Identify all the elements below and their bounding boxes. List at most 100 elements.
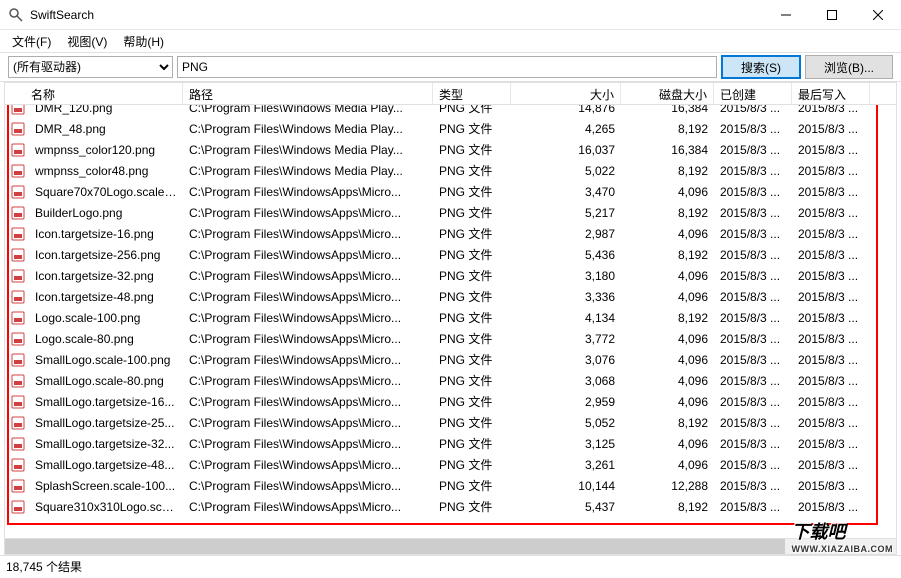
cell-size: 16,037 bbox=[511, 143, 621, 157]
table-row[interactable]: Square310x310Logo.scal...C:\Program File… bbox=[5, 496, 896, 517]
minimize-button[interactable] bbox=[763, 0, 809, 30]
table-row[interactable]: SmallLogo.scale-100.pngC:\Program Files\… bbox=[5, 349, 896, 370]
cell-size: 3,068 bbox=[511, 374, 621, 388]
col-name[interactable]: 名称 bbox=[5, 83, 183, 104]
table-row[interactable]: Icon.targetsize-32.pngC:\Program Files\W… bbox=[5, 265, 896, 286]
cell-created: 2015/8/3 ... bbox=[714, 332, 792, 346]
col-created[interactable]: 已创建 bbox=[714, 83, 792, 104]
cell-path: C:\Program Files\Windows Media Play... bbox=[183, 105, 433, 115]
table-row[interactable]: BuilderLogo.pngC:\Program Files\WindowsA… bbox=[5, 202, 896, 223]
table-row[interactable]: Icon.targetsize-256.pngC:\Program Files\… bbox=[5, 244, 896, 265]
cell-written: 2015/8/3 ... bbox=[792, 269, 870, 283]
cell-size: 4,265 bbox=[511, 122, 621, 136]
table-row[interactable]: DMR_120.pngC:\Program Files\Windows Medi… bbox=[5, 105, 896, 118]
titlebar: SwiftSearch bbox=[0, 0, 901, 30]
cell-disk: 4,096 bbox=[621, 185, 714, 199]
cell-path: C:\Program Files\WindowsApps\Micro... bbox=[183, 185, 433, 199]
cell-path: C:\Program Files\WindowsApps\Micro... bbox=[183, 395, 433, 409]
cell-name: BuilderLogo.png bbox=[29, 206, 183, 220]
col-written[interactable]: 最后写入 bbox=[792, 83, 870, 104]
table-row[interactable]: Icon.targetsize-16.pngC:\Program Files\W… bbox=[5, 223, 896, 244]
cell-name: DMR_120.png bbox=[29, 105, 183, 115]
cell-name: SplashScreen.scale-100... bbox=[29, 479, 183, 493]
cell-disk: 4,096 bbox=[621, 353, 714, 367]
table-row[interactable]: wmpnss_color120.pngC:\Program Files\Wind… bbox=[5, 139, 896, 160]
menu-view[interactable]: 视图(V) bbox=[59, 31, 115, 52]
search-input[interactable] bbox=[177, 56, 717, 78]
table-row[interactable]: SplashScreen.scale-100...C:\Program File… bbox=[5, 475, 896, 496]
table-row[interactable]: SmallLogo.targetsize-16...C:\Program Fil… bbox=[5, 391, 896, 412]
cell-created: 2015/8/3 ... bbox=[714, 105, 792, 115]
cell-name: DMR_48.png bbox=[29, 122, 183, 136]
cell-type: PNG 文件 bbox=[433, 393, 511, 410]
cell-path: C:\Program Files\WindowsApps\Micro... bbox=[183, 269, 433, 283]
cell-type: PNG 文件 bbox=[433, 498, 511, 515]
table-row[interactable]: Logo.scale-80.pngC:\Program Files\Window… bbox=[5, 328, 896, 349]
cell-written: 2015/8/3 ... bbox=[792, 227, 870, 241]
cell-disk: 4,096 bbox=[621, 458, 714, 472]
cell-type: PNG 文件 bbox=[433, 414, 511, 431]
cell-path: C:\Program Files\WindowsApps\Micro... bbox=[183, 479, 433, 493]
result-count: 18,745 个结果 bbox=[6, 558, 82, 575]
cell-disk: 4,096 bbox=[621, 269, 714, 283]
cell-disk: 8,192 bbox=[621, 122, 714, 136]
png-file-icon bbox=[11, 479, 25, 493]
col-disk[interactable]: 磁盘大小 bbox=[621, 83, 714, 104]
minimize-icon bbox=[781, 10, 791, 20]
scrollbar-thumb[interactable] bbox=[5, 539, 785, 555]
cell-type: PNG 文件 bbox=[433, 351, 511, 368]
menu-file[interactable]: 文件(F) bbox=[4, 31, 59, 52]
table-body[interactable]: DMR_120.pngC:\Program Files\Windows Medi… bbox=[5, 105, 896, 538]
cell-created: 2015/8/3 ... bbox=[714, 164, 792, 178]
cell-size: 14,876 bbox=[511, 105, 621, 115]
cell-name: Icon.targetsize-16.png bbox=[29, 227, 183, 241]
cell-written: 2015/8/3 ... bbox=[792, 479, 870, 493]
table-row[interactable]: SmallLogo.targetsize-32...C:\Program Fil… bbox=[5, 433, 896, 454]
cell-created: 2015/8/3 ... bbox=[714, 395, 792, 409]
table-row[interactable]: SmallLogo.scale-80.pngC:\Program Files\W… bbox=[5, 370, 896, 391]
col-size[interactable]: 大小 bbox=[511, 83, 621, 104]
cell-created: 2015/8/3 ... bbox=[714, 206, 792, 220]
png-file-icon bbox=[11, 416, 25, 430]
cell-created: 2015/8/3 ... bbox=[714, 416, 792, 430]
png-file-icon bbox=[11, 458, 25, 472]
cell-type: PNG 文件 bbox=[433, 330, 511, 347]
table-row[interactable]: SmallLogo.targetsize-48...C:\Program Fil… bbox=[5, 454, 896, 475]
table-row[interactable]: Icon.targetsize-48.pngC:\Program Files\W… bbox=[5, 286, 896, 307]
watermark: 下载吧 WWW.XIAZAIBA.COM bbox=[792, 518, 894, 554]
maximize-button[interactable] bbox=[809, 0, 855, 30]
cell-size: 3,336 bbox=[511, 290, 621, 304]
menu-help[interactable]: 帮助(H) bbox=[115, 31, 172, 52]
table-row[interactable]: wmpnss_color48.pngC:\Program Files\Windo… bbox=[5, 160, 896, 181]
cell-written: 2015/8/3 ... bbox=[792, 206, 870, 220]
table-row[interactable]: DMR_48.pngC:\Program Files\Windows Media… bbox=[5, 118, 896, 139]
drive-select[interactable]: (所有驱动器) bbox=[8, 56, 173, 78]
close-button[interactable] bbox=[855, 0, 901, 30]
col-path[interactable]: 路径 bbox=[183, 83, 433, 104]
cell-written: 2015/8/3 ... bbox=[792, 248, 870, 262]
cell-size: 3,772 bbox=[511, 332, 621, 346]
table-row[interactable]: Logo.scale-100.pngC:\Program Files\Windo… bbox=[5, 307, 896, 328]
table-row[interactable]: SmallLogo.targetsize-25...C:\Program Fil… bbox=[5, 412, 896, 433]
cell-type: PNG 文件 bbox=[433, 120, 511, 137]
cell-written: 2015/8/3 ... bbox=[792, 105, 870, 115]
cell-path: C:\Program Files\WindowsApps\Micro... bbox=[183, 248, 433, 262]
cell-type: PNG 文件 bbox=[433, 105, 511, 116]
table-row[interactable]: Square70x70Logo.scale-...C:\Program File… bbox=[5, 181, 896, 202]
cell-path: C:\Program Files\WindowsApps\Micro... bbox=[183, 416, 433, 430]
cell-name: SmallLogo.scale-80.png bbox=[29, 374, 183, 388]
cell-size: 3,125 bbox=[511, 437, 621, 451]
col-type[interactable]: 类型 bbox=[433, 83, 511, 104]
cell-disk: 8,192 bbox=[621, 164, 714, 178]
png-file-icon bbox=[11, 311, 25, 325]
png-file-icon bbox=[11, 353, 25, 367]
cell-size: 3,076 bbox=[511, 353, 621, 367]
horizontal-scrollbar[interactable] bbox=[5, 538, 896, 555]
cell-type: PNG 文件 bbox=[433, 204, 511, 221]
cell-size: 2,987 bbox=[511, 227, 621, 241]
browse-button[interactable]: 浏览(B)... bbox=[805, 55, 893, 79]
cell-size: 2,959 bbox=[511, 395, 621, 409]
cell-written: 2015/8/3 ... bbox=[792, 311, 870, 325]
search-button[interactable]: 搜索(S) bbox=[721, 55, 801, 79]
statusbar: 18,745 个结果 bbox=[0, 555, 901, 577]
